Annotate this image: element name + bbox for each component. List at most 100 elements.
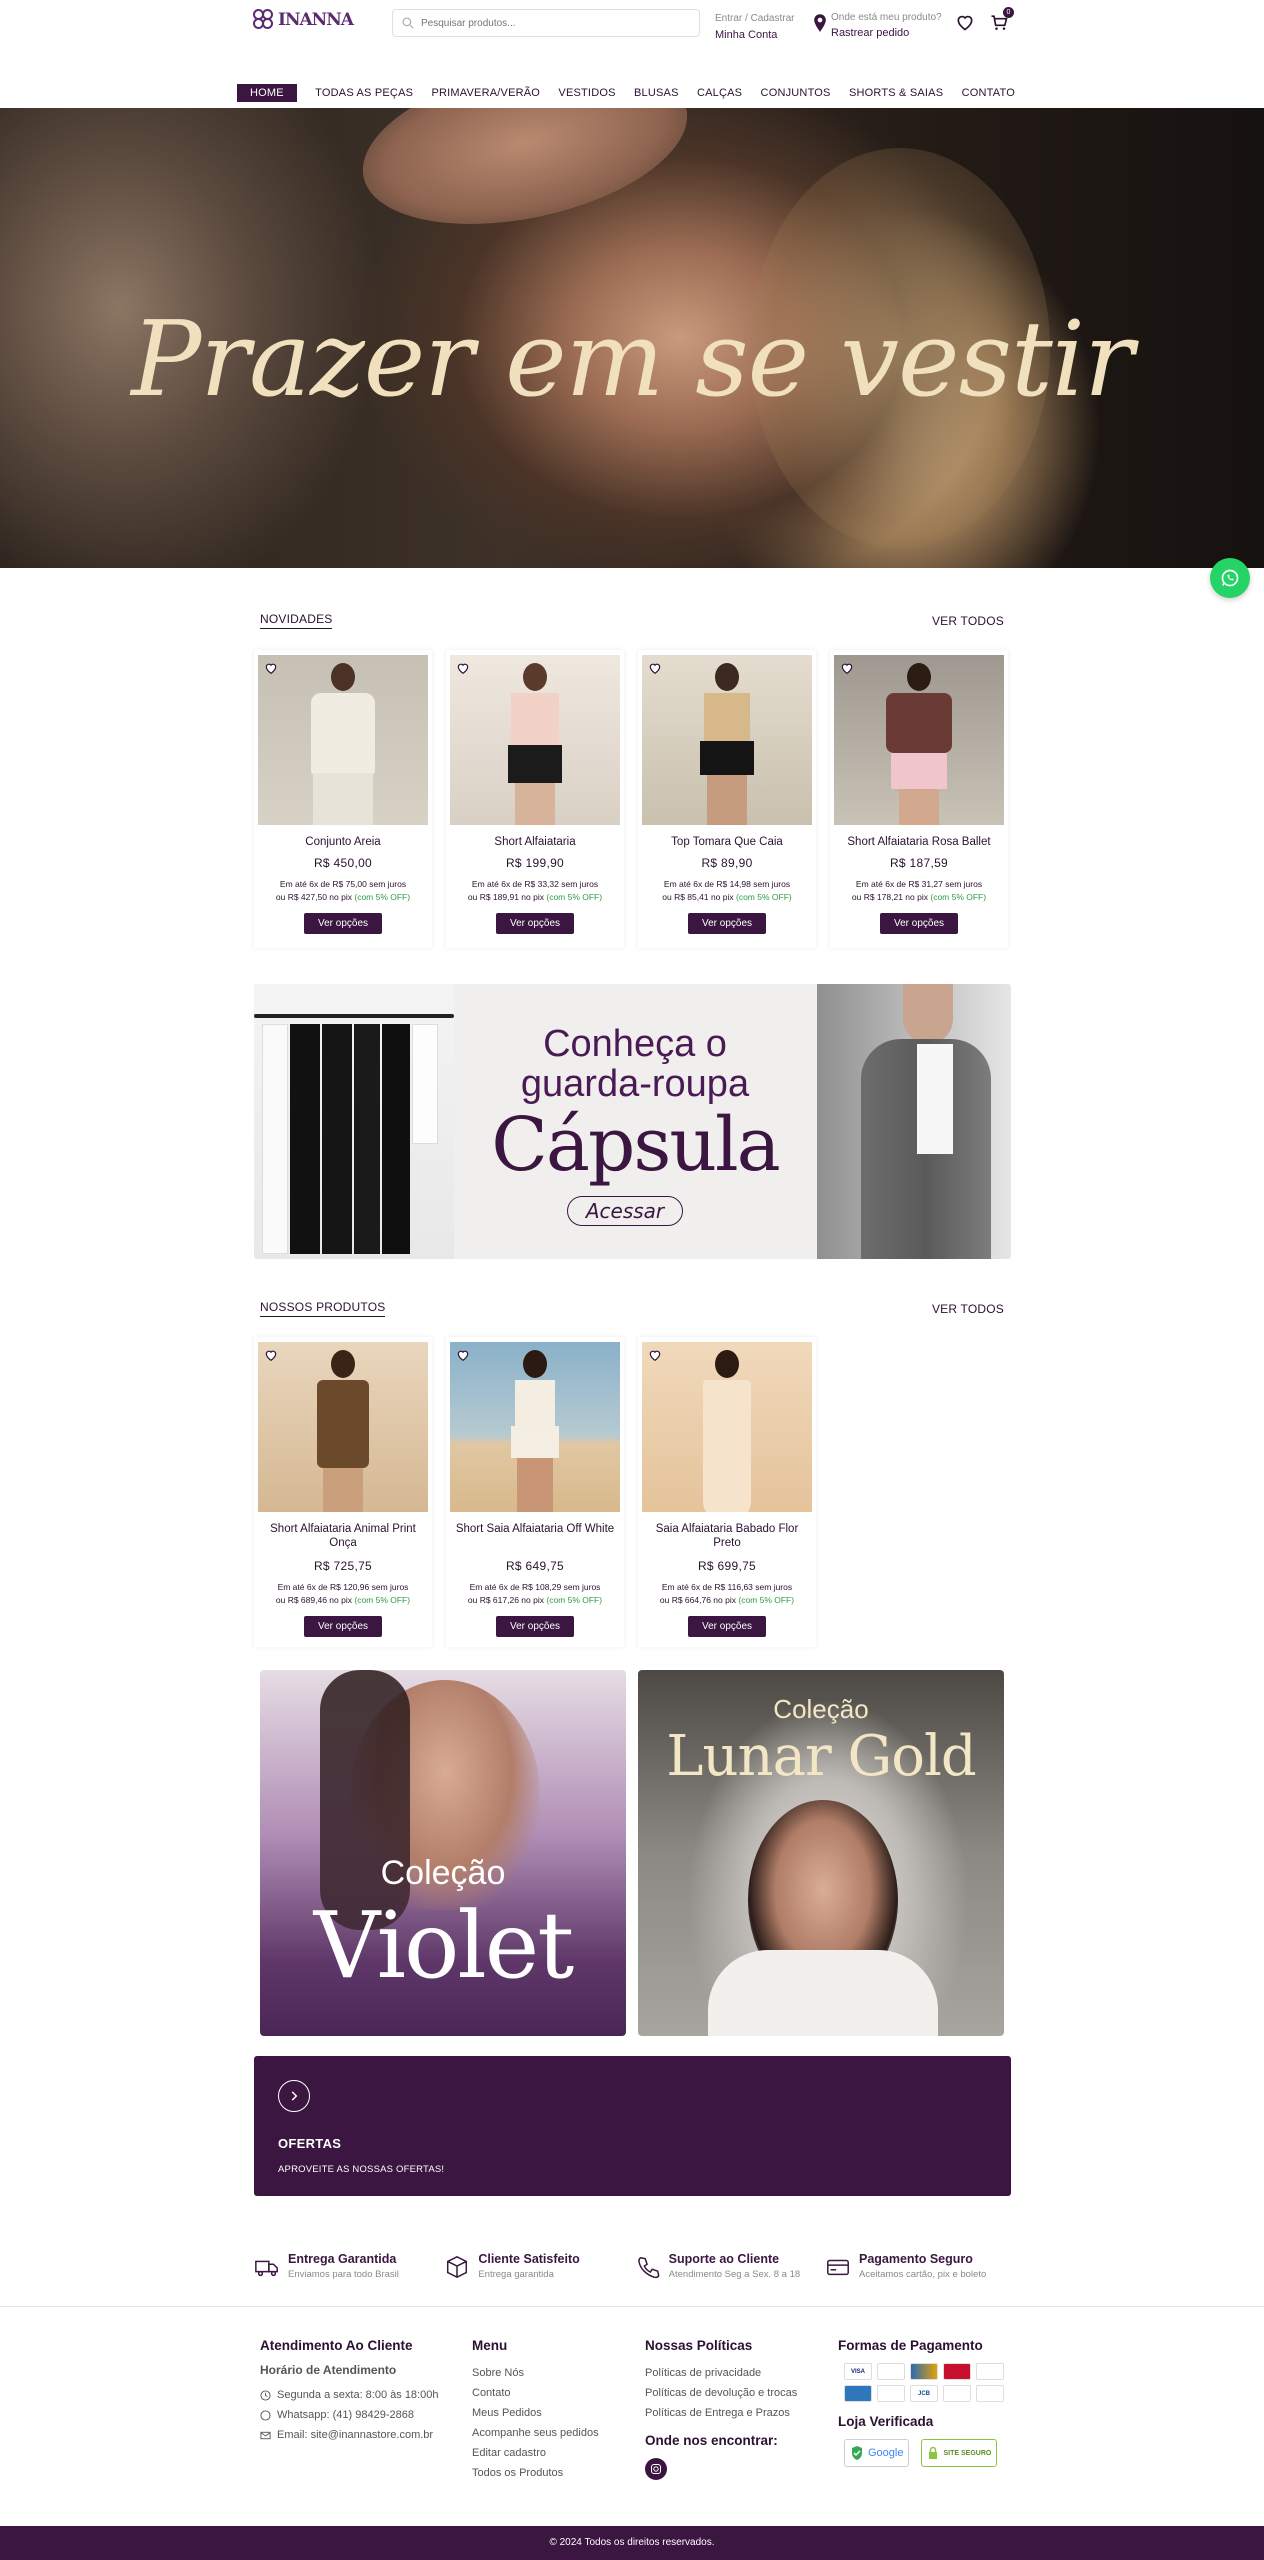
collection-violet-banner[interactable]: Coleção Violet xyxy=(260,1670,626,2036)
wishlist-heart-icon[interactable] xyxy=(456,1348,470,1362)
product-name[interactable]: Short Alfaiataria Animal Print Onça xyxy=(254,1522,432,1552)
product-name[interactable]: Short Saia Alfaiataria Off White xyxy=(446,1522,624,1552)
track-label: Rastrear pedido xyxy=(831,27,910,39)
nav-todas-as-pecas[interactable]: TODAS AS PEÇAS xyxy=(315,84,413,102)
ver-opcoes-button[interactable]: Ver opções xyxy=(495,913,575,934)
wishlist-heart-icon[interactable] xyxy=(264,1348,278,1362)
nav-contato[interactable]: CONTATO xyxy=(962,84,1015,102)
feature-subtitle: Enviamos para todo Brasil xyxy=(288,2269,399,2280)
product-price: R$ 649,75 xyxy=(505,1559,565,1573)
product-name[interactable]: Conjunto Areia xyxy=(254,835,432,849)
novidades-ver-todos-link[interactable]: VER TODOS xyxy=(932,614,1004,628)
product-card[interactable]: Short Alfaiataria R$ 199,90 Em até 6x de… xyxy=(446,650,624,948)
feature-title: Cliente Satisfeito xyxy=(478,2252,580,2266)
account-link[interactable]: Entrar / Cadastrar Minha Conta xyxy=(715,11,794,43)
ver-opcoes-button[interactable]: Ver opções xyxy=(687,1616,767,1637)
nav-vestidos[interactable]: VESTIDOS xyxy=(558,84,615,102)
footer-link-entrega[interactable]: Políticas de Entrega e Prazos xyxy=(645,2403,825,2423)
footer-link-privacidade[interactable]: Políticas de privacidade xyxy=(645,2363,825,2383)
capsule-title: Cápsula xyxy=(491,1102,781,1188)
product-card[interactable]: Saia Alfaiataria Babado Flor Preto R$ 69… xyxy=(638,1337,816,1647)
product-card[interactable]: Short Alfaiataria Animal Print Onça R$ 7… xyxy=(254,1337,432,1647)
product-card[interactable]: Conjunto Areia R$ 450,00 Em até 6x de R$… xyxy=(254,650,432,948)
lock-icon xyxy=(929,2446,938,2459)
product-card[interactable]: Top Tomara Que Caia R$ 89,90 Em até 6x d… xyxy=(638,650,816,948)
footer-email[interactable]: Email: site@inannastore.com.br xyxy=(260,2427,440,2443)
logo-mark-icon xyxy=(253,9,275,31)
mail-icon xyxy=(260,2431,271,2440)
store-features: Entrega Garantida Enviamos para todo Bras… xyxy=(254,2252,1011,2280)
product-name[interactable]: Saia Alfaiataria Babado Flor Preto xyxy=(638,1522,816,1552)
product-name[interactable]: Short Alfaiataria xyxy=(446,835,624,849)
wishlist-heart-icon[interactable] xyxy=(264,661,278,675)
instagram-button[interactable] xyxy=(645,2458,667,2480)
product-image[interactable] xyxy=(834,655,1004,825)
footer-link-pedidos[interactable]: Meus Pedidos xyxy=(472,2403,622,2423)
google-safe-seal[interactable]: Google xyxy=(844,2439,910,2467)
account-login-label: Entrar / Cadastrar xyxy=(715,13,795,24)
nav-calcas[interactable]: CALÇAS xyxy=(697,84,742,102)
whatsapp-float-button[interactable] xyxy=(1210,558,1250,598)
footer-link-produtos[interactable]: Todos os Produtos xyxy=(472,2463,622,2483)
product-image[interactable] xyxy=(258,1342,428,1512)
feature-entrega: Entrega Garantida Enviamos para todo Bras… xyxy=(254,2252,440,2280)
product-card[interactable]: Short Saia Alfaiataria Off White R$ 649,… xyxy=(446,1337,624,1647)
product-image[interactable] xyxy=(258,655,428,825)
diners-icon xyxy=(877,2363,905,2380)
ver-opcoes-button[interactable]: Ver opções xyxy=(303,1616,383,1637)
product-installments: Em até 6x de R$ 31,27 sem juros ou R$ 178… xyxy=(851,879,987,902)
product-price: R$ 199,90 xyxy=(505,856,565,870)
product-name[interactable]: Short Alfaiataria Rosa Ballet xyxy=(830,835,1008,849)
instagram-icon xyxy=(651,2464,661,2474)
nav-blusas[interactable]: BLUSAS xyxy=(634,84,679,102)
offers-arrow-button[interactable] xyxy=(278,2080,310,2112)
ver-opcoes-button[interactable]: Ver opções xyxy=(495,1616,575,1637)
footer-link-sobre[interactable]: Sobre Nós xyxy=(472,2363,622,2383)
capsule-line-1: Conheça o guarda-roupa xyxy=(520,1023,750,1105)
ver-opcoes-button[interactable]: Ver opções xyxy=(687,913,767,934)
wishlist-heart-icon[interactable] xyxy=(456,661,470,675)
product-image[interactable] xyxy=(450,1342,620,1512)
product-price: R$ 450,00 xyxy=(313,856,373,870)
nav-shorts-saias[interactable]: SHORTS & SAIAS xyxy=(849,84,943,102)
product-image[interactable] xyxy=(642,1342,812,1512)
hero-banner[interactable]: Prazer em se vestir xyxy=(0,108,1264,568)
capsule-acessar-button[interactable]: Acessar xyxy=(567,1196,683,1226)
footer-whatsapp[interactable]: Whatsapp: (41) 98429-2868 xyxy=(260,2407,440,2423)
footer-pagamento-title: Formas de Pagamento xyxy=(838,2338,983,2353)
ver-opcoes-button[interactable]: Ver opções xyxy=(303,913,383,934)
footer-link-acompanhe[interactable]: Acompanhe seus pedidos xyxy=(472,2423,622,2443)
site-seguro-seal[interactable]: SITE SEGURO xyxy=(921,2439,998,2467)
nav-home[interactable]: HOME xyxy=(237,83,297,102)
nossos-produtos-header: NOSSOS PRODUTOS VER TODOS xyxy=(260,1300,1004,1317)
truck-icon xyxy=(255,2260,278,2277)
product-image[interactable] xyxy=(450,655,620,825)
footer-link-editar[interactable]: Editar cadastro xyxy=(472,2443,622,2463)
site-header: INANNA Entrar / Cadastrar Minha Conta On… xyxy=(0,0,1264,76)
search-box[interactable] xyxy=(392,9,700,37)
footer-link-contato[interactable]: Contato xyxy=(472,2383,622,2403)
boleto-icon xyxy=(976,2385,1004,2402)
footer-link-devolucao[interactable]: Políticas de devolução e trocas xyxy=(645,2383,825,2403)
capsule-wardrobe-banner[interactable]: Conheça o guarda-roupa Cápsula Acessar xyxy=(254,984,1011,1259)
logo[interactable]: INANNA xyxy=(253,9,354,31)
ver-opcoes-button[interactable]: Ver opções xyxy=(879,913,959,934)
wishlist-button[interactable] xyxy=(955,12,975,32)
nav-primavera-verao[interactable]: PRIMAVERA/VERÃO xyxy=(432,84,541,102)
wishlist-heart-icon[interactable] xyxy=(648,661,662,675)
collection-lunar-gold-banner[interactable]: Coleção Lunar Gold xyxy=(638,1670,1004,2036)
nav-conjuntos[interactable]: CONJUNTOS xyxy=(761,84,831,102)
wishlist-heart-icon[interactable] xyxy=(648,1348,662,1362)
product-image[interactable] xyxy=(642,655,812,825)
whatsapp-icon xyxy=(1221,569,1239,587)
novidades-product-list: Conjunto Areia R$ 450,00 Em até 6x de R$… xyxy=(254,650,1008,948)
wishlist-heart-icon[interactable] xyxy=(840,661,854,675)
cart-button[interactable]: 0 xyxy=(989,7,1014,32)
product-card[interactable]: Short Alfaiataria Rosa Ballet R$ 187,59 … xyxy=(830,650,1008,948)
search-input[interactable] xyxy=(421,17,691,29)
track-order-link[interactable]: Onde está meu produto? Rastrear pedido xyxy=(813,11,942,41)
product-name[interactable]: Top Tomara Que Caia xyxy=(638,835,816,849)
offers-banner[interactable]: OFERTAS APROVEITE AS NOSSAS OFERTAS! xyxy=(254,2056,1011,2196)
nossos-ver-todos-link[interactable]: VER TODOS xyxy=(932,1302,1004,1316)
elo-icon xyxy=(943,2385,971,2402)
